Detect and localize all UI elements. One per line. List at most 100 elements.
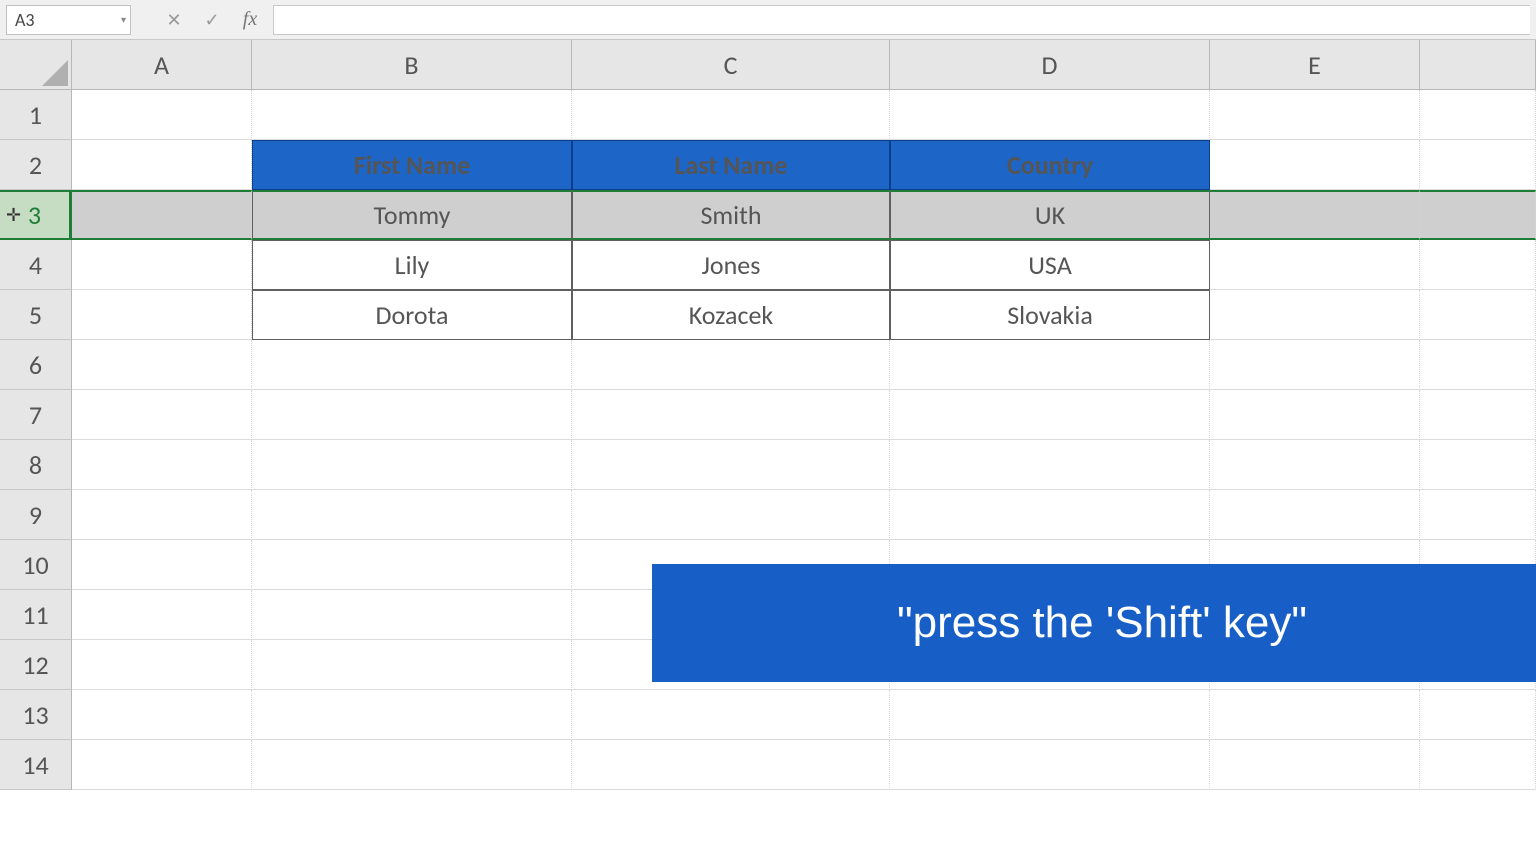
cell-B9[interactable] [252, 490, 572, 540]
cell-E1[interactable] [1210, 90, 1420, 140]
cell-E4[interactable] [1210, 240, 1420, 290]
cell-C3[interactable]: Smith [572, 190, 890, 240]
col-head-rest[interactable] [1420, 40, 1536, 90]
col-head-E[interactable]: E [1210, 40, 1420, 90]
row-head-8[interactable]: 8 [0, 440, 72, 490]
cell-rest-5[interactable] [1420, 290, 1536, 340]
row-head-11[interactable]: 11 [0, 590, 72, 640]
formula-input[interactable] [273, 5, 1530, 35]
cell-B7[interactable] [252, 390, 572, 440]
cell-rest-2[interactable] [1420, 140, 1536, 190]
cell-A13[interactable] [72, 690, 252, 740]
cell-B13[interactable] [252, 690, 572, 740]
row-head-9[interactable]: 9 [0, 490, 72, 540]
fx-icon[interactable]: fx [235, 5, 265, 35]
cell-B8[interactable] [252, 440, 572, 490]
cell-A9[interactable] [72, 490, 252, 540]
cell-A14[interactable] [72, 740, 252, 790]
cell-E8[interactable] [1210, 440, 1420, 490]
cell-A8[interactable] [72, 440, 252, 490]
cell-C6[interactable] [572, 340, 890, 390]
cell-C5[interactable]: Kozacek [572, 290, 890, 340]
table-header-last[interactable]: Last Name [572, 140, 890, 190]
cell-C13[interactable] [572, 690, 890, 740]
cell-rest-14[interactable] [1420, 740, 1536, 790]
cell-E9[interactable] [1210, 490, 1420, 540]
enter-icon[interactable]: ✓ [197, 5, 227, 35]
cell-E5[interactable] [1210, 290, 1420, 340]
row-head-13[interactable]: 13 [0, 690, 72, 740]
cell-rest-3[interactable] [1420, 190, 1536, 240]
cell-E2[interactable] [1210, 140, 1420, 190]
row-head-1[interactable]: 1 [0, 90, 72, 140]
cell-rest-1[interactable] [1420, 90, 1536, 140]
cell-D8[interactable] [890, 440, 1210, 490]
cell-rest-8[interactable] [1420, 440, 1536, 490]
row-head-5[interactable]: 5 [0, 290, 72, 340]
cell-B10[interactable] [252, 540, 572, 590]
cell-D4[interactable]: USA [890, 240, 1210, 290]
row-head-7[interactable]: 7 [0, 390, 72, 440]
cell-C4[interactable]: Jones [572, 240, 890, 290]
cell-C7[interactable] [572, 390, 890, 440]
cell-A2[interactable] [72, 140, 252, 190]
cell-E6[interactable] [1210, 340, 1420, 390]
col-head-D[interactable]: D [890, 40, 1210, 90]
cell-A1[interactable] [72, 90, 252, 140]
cell-A10[interactable] [72, 540, 252, 590]
table-header-country[interactable]: Country [890, 140, 1210, 190]
cell-E14[interactable] [1210, 740, 1420, 790]
cell-B5[interactable]: Dorota [252, 290, 572, 340]
row-head-6[interactable]: 6 [0, 340, 72, 390]
name-box-dropdown-icon[interactable]: ▾ [121, 13, 126, 26]
cell-C1[interactable] [572, 90, 890, 140]
row-head-4[interactable]: 4 [0, 240, 72, 290]
cell-B1[interactable] [252, 90, 572, 140]
cell-D3[interactable]: UK [890, 190, 1210, 240]
cell-A7[interactable] [72, 390, 252, 440]
cell-D9[interactable] [890, 490, 1210, 540]
name-box[interactable]: A3 ▾ [6, 5, 131, 35]
row-head-14[interactable]: 14 [0, 740, 72, 790]
table-header-first[interactable]: First Name [252, 140, 572, 190]
cell-D5[interactable]: Slovakia [890, 290, 1210, 340]
row-head-12[interactable]: 12 [0, 640, 72, 690]
cell-B3[interactable]: Tommy [252, 190, 572, 240]
row-head-10[interactable]: 10 [0, 540, 72, 590]
cell-C14[interactable] [572, 740, 890, 790]
col-head-A[interactable]: A [72, 40, 252, 90]
cell-A5[interactable] [72, 290, 252, 340]
cell-A12[interactable] [72, 640, 252, 690]
cell-D7[interactable] [890, 390, 1210, 440]
cell-D14[interactable] [890, 740, 1210, 790]
col-head-C[interactable]: C [572, 40, 890, 90]
cell-C9[interactable] [572, 490, 890, 540]
cell-E7[interactable] [1210, 390, 1420, 440]
cell-A6[interactable] [72, 340, 252, 390]
instruction-callout: "press the 'Shift' key" [652, 564, 1536, 682]
cell-E3[interactable] [1210, 190, 1420, 240]
row-head-2[interactable]: 2 [0, 140, 72, 190]
cell-rest-9[interactable] [1420, 490, 1536, 540]
col-head-B[interactable]: B [252, 40, 572, 90]
cancel-icon[interactable]: ✕ [159, 5, 189, 35]
cell-B4[interactable]: Lily [252, 240, 572, 290]
cell-rest-7[interactable] [1420, 390, 1536, 440]
select-all-corner[interactable] [0, 40, 72, 90]
cell-B6[interactable] [252, 340, 572, 390]
cell-B11[interactable] [252, 590, 572, 640]
cell-B12[interactable] [252, 640, 572, 690]
cell-B14[interactable] [252, 740, 572, 790]
cell-C8[interactable] [572, 440, 890, 490]
cell-A4[interactable] [72, 240, 252, 290]
cell-A11[interactable] [72, 590, 252, 640]
cell-rest-6[interactable] [1420, 340, 1536, 390]
cell-rest-4[interactable] [1420, 240, 1536, 290]
cell-D6[interactable] [890, 340, 1210, 390]
row-head-3[interactable]: ✛ 3 [0, 190, 72, 240]
cell-D1[interactable] [890, 90, 1210, 140]
cell-rest-13[interactable] [1420, 690, 1536, 740]
cell-D13[interactable] [890, 690, 1210, 740]
cell-A3[interactable] [72, 190, 252, 240]
cell-E13[interactable] [1210, 690, 1420, 740]
